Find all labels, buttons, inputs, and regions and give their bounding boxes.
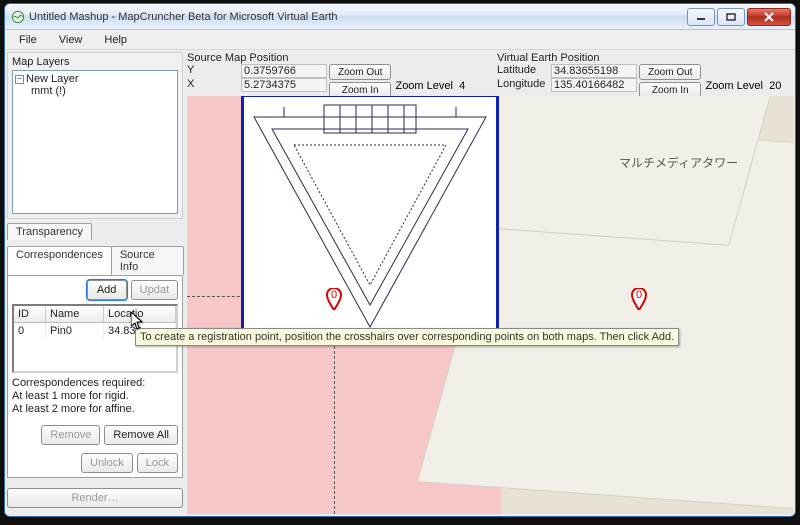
update-button[interactable]: Updat (131, 280, 178, 300)
virtual-earth-position: Virtual Earth Position Latitude 34.83655… (497, 52, 795, 98)
tree-label: mmt (!) (31, 85, 66, 97)
marker-icon[interactable]: 0 (631, 288, 647, 310)
ve-zoom-level: Zoom Level 20 (705, 80, 781, 92)
layer-tree[interactable]: − New Layer mmt (!) (12, 70, 178, 214)
y-label: Y (187, 64, 241, 78)
svg-text:0: 0 (636, 289, 642, 301)
cursor-icon (131, 312, 143, 330)
x-value: 5.2734375 (241, 78, 327, 92)
source-zoom-out-button[interactable]: Zoom Out (329, 64, 391, 80)
x-label: X (187, 78, 241, 92)
map-layers-title: Map Layers (12, 56, 178, 68)
app-icon (11, 10, 25, 24)
lon-label: Longitude (497, 78, 551, 92)
correspondences-required: Correspondences required: At least 1 mor… (12, 377, 178, 417)
map-area[interactable]: マルチメディアタワー (187, 96, 793, 514)
tab-source-info[interactable]: Source Info (111, 246, 184, 275)
virtual-earth-map[interactable]: マルチメディアタワー (501, 96, 793, 514)
client-area: Map Layers − New Layer mmt (!) Transpare… (5, 50, 795, 516)
render-area: Render… (7, 488, 183, 508)
sidebar-tabs: Transparency (7, 223, 183, 240)
map-layers-group: Map Layers − New Layer mmt (!) (7, 52, 183, 219)
tab-correspondences[interactable]: Correspondences (7, 246, 112, 275)
remove-all-button[interactable]: Remove All (104, 425, 178, 445)
window-title: Untitled Mashup - MapCruncher Beta for M… (29, 11, 338, 23)
source-zoom-level: Zoom Level 4 (395, 80, 465, 92)
unlock-button[interactable]: Unlock (81, 453, 133, 473)
menu-file[interactable]: File (9, 32, 47, 48)
tree-label: New Layer (26, 73, 79, 85)
ve-position-title: Virtual Earth Position (497, 52, 795, 64)
menubar: File View Help (5, 30, 795, 50)
lock-button[interactable]: Lock (137, 453, 178, 473)
menu-help[interactable]: Help (94, 32, 137, 48)
col-id[interactable]: ID (14, 306, 46, 322)
menu-view[interactable]: View (49, 32, 93, 48)
app-window: Untitled Mashup - MapCruncher Beta for M… (4, 3, 796, 517)
render-button[interactable]: Render… (7, 488, 183, 508)
table-header: ID Name Locatio (14, 306, 176, 323)
map-canvas: Source Map Position Y 0.3759766 X 5.2734… (187, 52, 793, 514)
tree-item-root[interactable]: − New Layer (15, 73, 175, 85)
close-button[interactable] (747, 8, 791, 26)
titlebar[interactable]: Untitled Mashup - MapCruncher Beta for M… (5, 4, 795, 30)
tab-transparency[interactable]: Transparency (7, 223, 92, 240)
minimize-button[interactable] (687, 8, 715, 26)
ve-map-label: マルチメディアタワー (619, 154, 738, 171)
sidebar: Map Layers − New Layer mmt (!) Transpare… (7, 52, 183, 514)
ve-zoom-out-button[interactable]: Zoom Out (639, 64, 701, 80)
source-map-position: Source Map Position Y 0.3759766 X 5.2734… (187, 52, 497, 98)
svg-text:0: 0 (331, 289, 337, 301)
lat-value: 34.83655198 (551, 64, 637, 78)
col-name[interactable]: Name (46, 306, 104, 322)
add-button[interactable]: Add (87, 280, 127, 300)
position-header: Source Map Position Y 0.3759766 X 5.2734… (187, 52, 793, 94)
tooltip: To create a registration point, position… (135, 328, 679, 346)
source-position-title: Source Map Position (187, 52, 497, 64)
correspondences-panel: Add Updat ID Name Locatio 0 Pin0 34.836… (7, 275, 183, 478)
sidebar-tabs2: Correspondences Source Info (7, 246, 183, 275)
remove-button[interactable]: Remove (41, 425, 100, 445)
marker-icon[interactable]: 0 (326, 288, 342, 310)
tree-item-child[interactable]: mmt (!) (15, 85, 175, 97)
window-buttons (685, 8, 791, 26)
lat-label: Latitude (497, 64, 551, 78)
source-map[interactable] (241, 96, 499, 344)
lon-value: 135.40166482 (551, 78, 637, 92)
maximize-button[interactable] (717, 8, 745, 26)
y-value: 0.3759766 (241, 64, 327, 78)
tree-collapse-icon[interactable]: − (15, 75, 24, 84)
